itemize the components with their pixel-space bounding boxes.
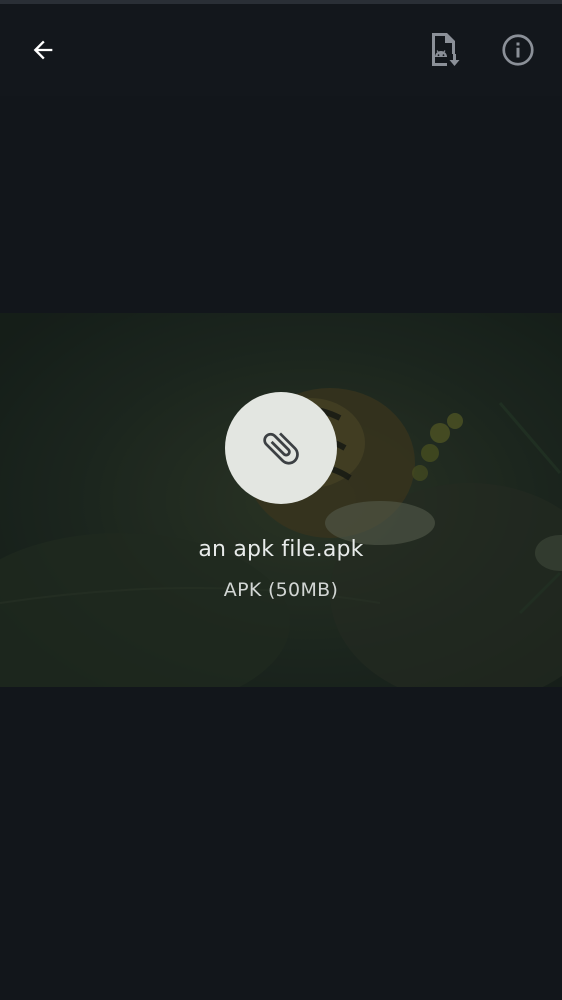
top-app-bar: [0, 4, 562, 96]
back-button[interactable]: [19, 26, 67, 74]
file-type-size: APK (50MB): [223, 579, 339, 601]
info-outline-icon: [502, 34, 534, 66]
apk-document-download-icon: [432, 33, 460, 66]
arrow-left-icon: [33, 40, 53, 60]
save-apk-button[interactable]: [420, 26, 468, 74]
info-button[interactable]: [494, 26, 542, 74]
file-name: an apk file.apk: [198, 537, 364, 562]
attachment-preview-screen: an apk file.apk APK (50MB): [0, 0, 562, 1000]
paperclip-icon: [263, 432, 299, 465]
attachment-preview[interactable]: an apk file.apk APK (50MB): [0, 313, 562, 687]
attachment-icon-circle: [225, 392, 337, 504]
